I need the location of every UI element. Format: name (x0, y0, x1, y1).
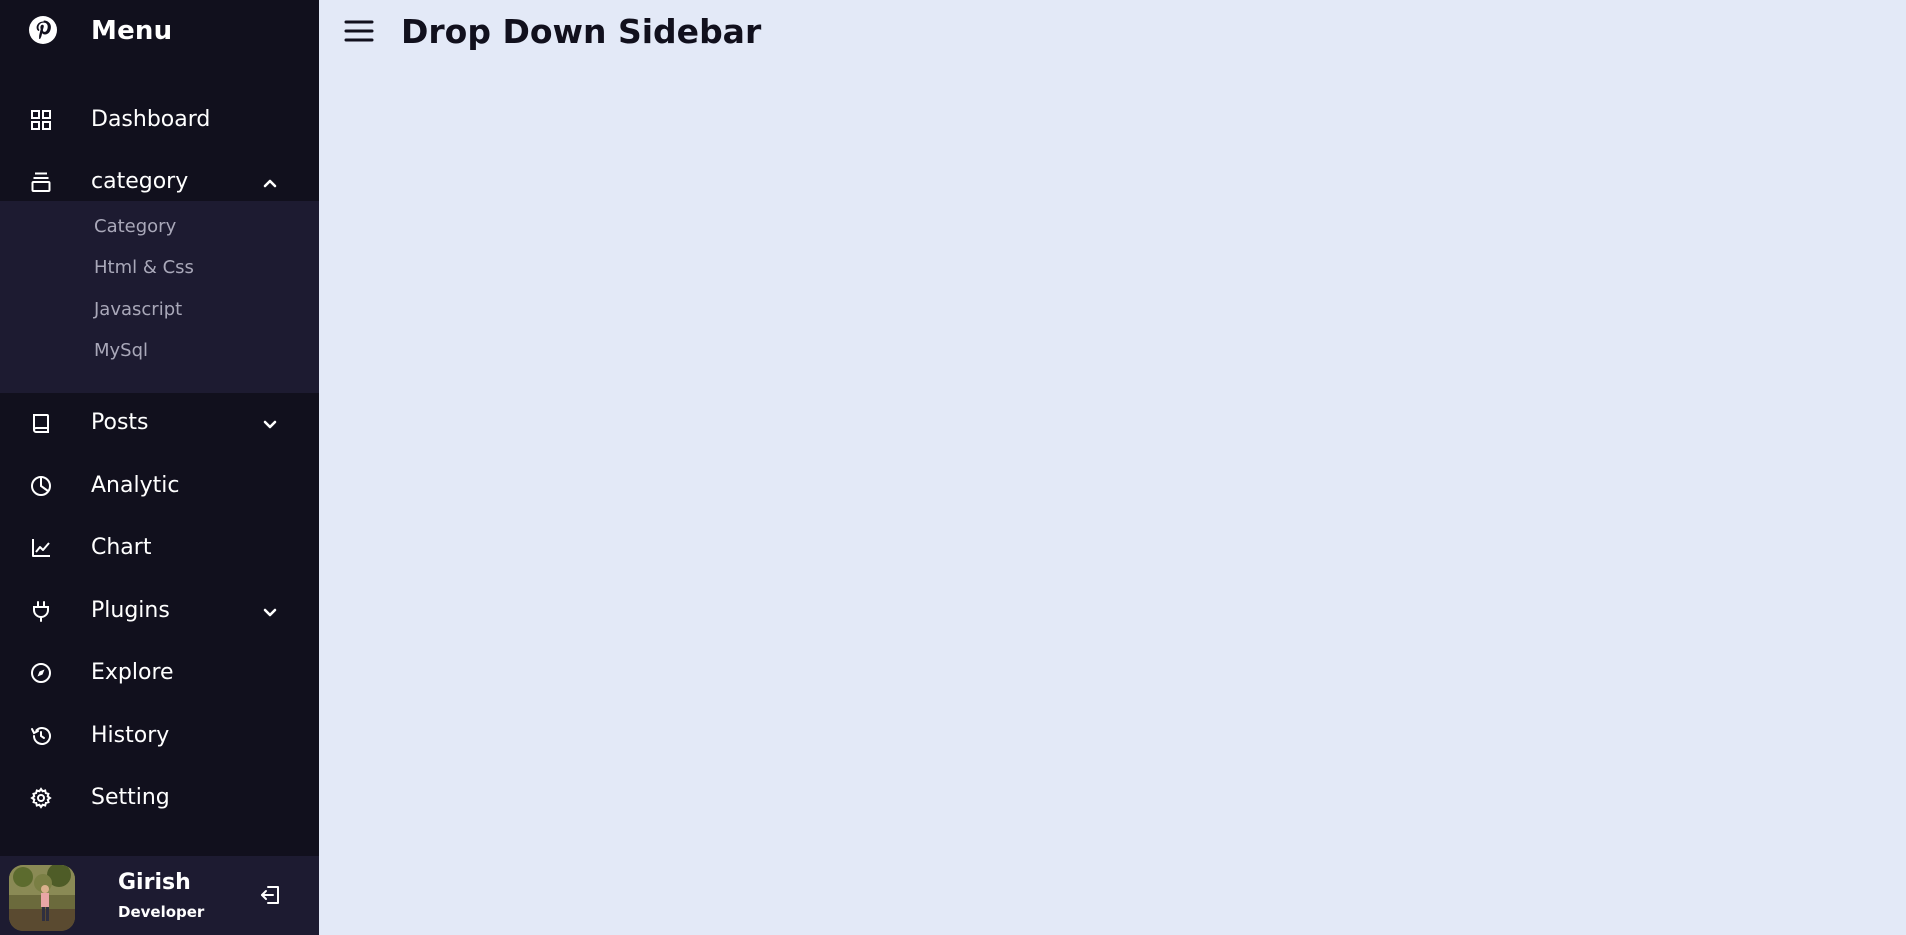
logout-icon[interactable] (259, 883, 283, 907)
sidebar-logo: Menu (0, 0, 319, 62)
page-title: Drop Down Sidebar (401, 12, 762, 51)
avatar (9, 865, 75, 931)
submenu-item-mysql[interactable]: MySql (94, 339, 148, 363)
home-section: Drop Down Sidebar (319, 0, 1906, 935)
submenu-item-category[interactable]: Category (94, 215, 176, 239)
sidebar-item-label: Chart (91, 535, 152, 560)
sidebar-item-posts[interactable]: Posts (0, 399, 319, 447)
sidebar-item-explore[interactable]: Explore (0, 649, 319, 697)
plug-icon (33, 601, 49, 622)
sidebar-item-label: Setting (91, 785, 170, 810)
sidebar: Menu Dashboard category Category Html & … (0, 0, 319, 935)
pie-chart-icon (31, 476, 51, 496)
sidebar-item-category[interactable]: category (0, 158, 319, 206)
line-chart-icon (32, 539, 50, 557)
sidebar-item-label: Analytic (91, 473, 180, 498)
sidebar-item-dashboard[interactable]: Dashboard (0, 96, 319, 144)
sidebar-item-label: History (91, 723, 170, 748)
chevron-up-icon[interactable] (260, 173, 280, 193)
sidebar-item-label: Posts (91, 410, 149, 435)
chevron-down-icon[interactable] (260, 414, 280, 434)
logo-name: Menu (91, 16, 173, 46)
sidebar-item-analytic[interactable]: Analytic (0, 462, 319, 510)
category-submenu: Category Html & Css Javascript MySql (0, 201, 319, 393)
pinterest-logo-icon (29, 16, 57, 44)
grid-icon (31, 110, 51, 130)
submenu-item-html-css[interactable]: Html & Css (94, 256, 194, 280)
collection-icon (31, 172, 51, 192)
sidebar-item-label: Dashboard (91, 107, 211, 132)
sidebar-item-plugins[interactable]: Plugins (0, 587, 319, 635)
sidebar-item-history[interactable]: History (0, 712, 319, 760)
history-icon (31, 727, 51, 745)
compass-icon (31, 663, 51, 683)
profile-job: Developer (118, 903, 205, 921)
sidebar-item-label: category (91, 169, 189, 194)
sidebar-item-label: Plugins (91, 598, 170, 623)
sidebar-item-label: Explore (91, 660, 174, 685)
chevron-down-icon[interactable] (260, 602, 280, 622)
profile-name: Girish (118, 870, 191, 895)
sidebar-item-setting[interactable]: Setting (0, 774, 319, 822)
sidebar-item-chart[interactable]: Chart (0, 524, 319, 572)
submenu-item-javascript[interactable]: Javascript (94, 298, 182, 322)
book-icon (33, 414, 49, 433)
gear-icon (30, 787, 52, 809)
profile-details: Girish Developer (0, 856, 319, 935)
hamburger-menu-icon[interactable] (343, 17, 375, 45)
